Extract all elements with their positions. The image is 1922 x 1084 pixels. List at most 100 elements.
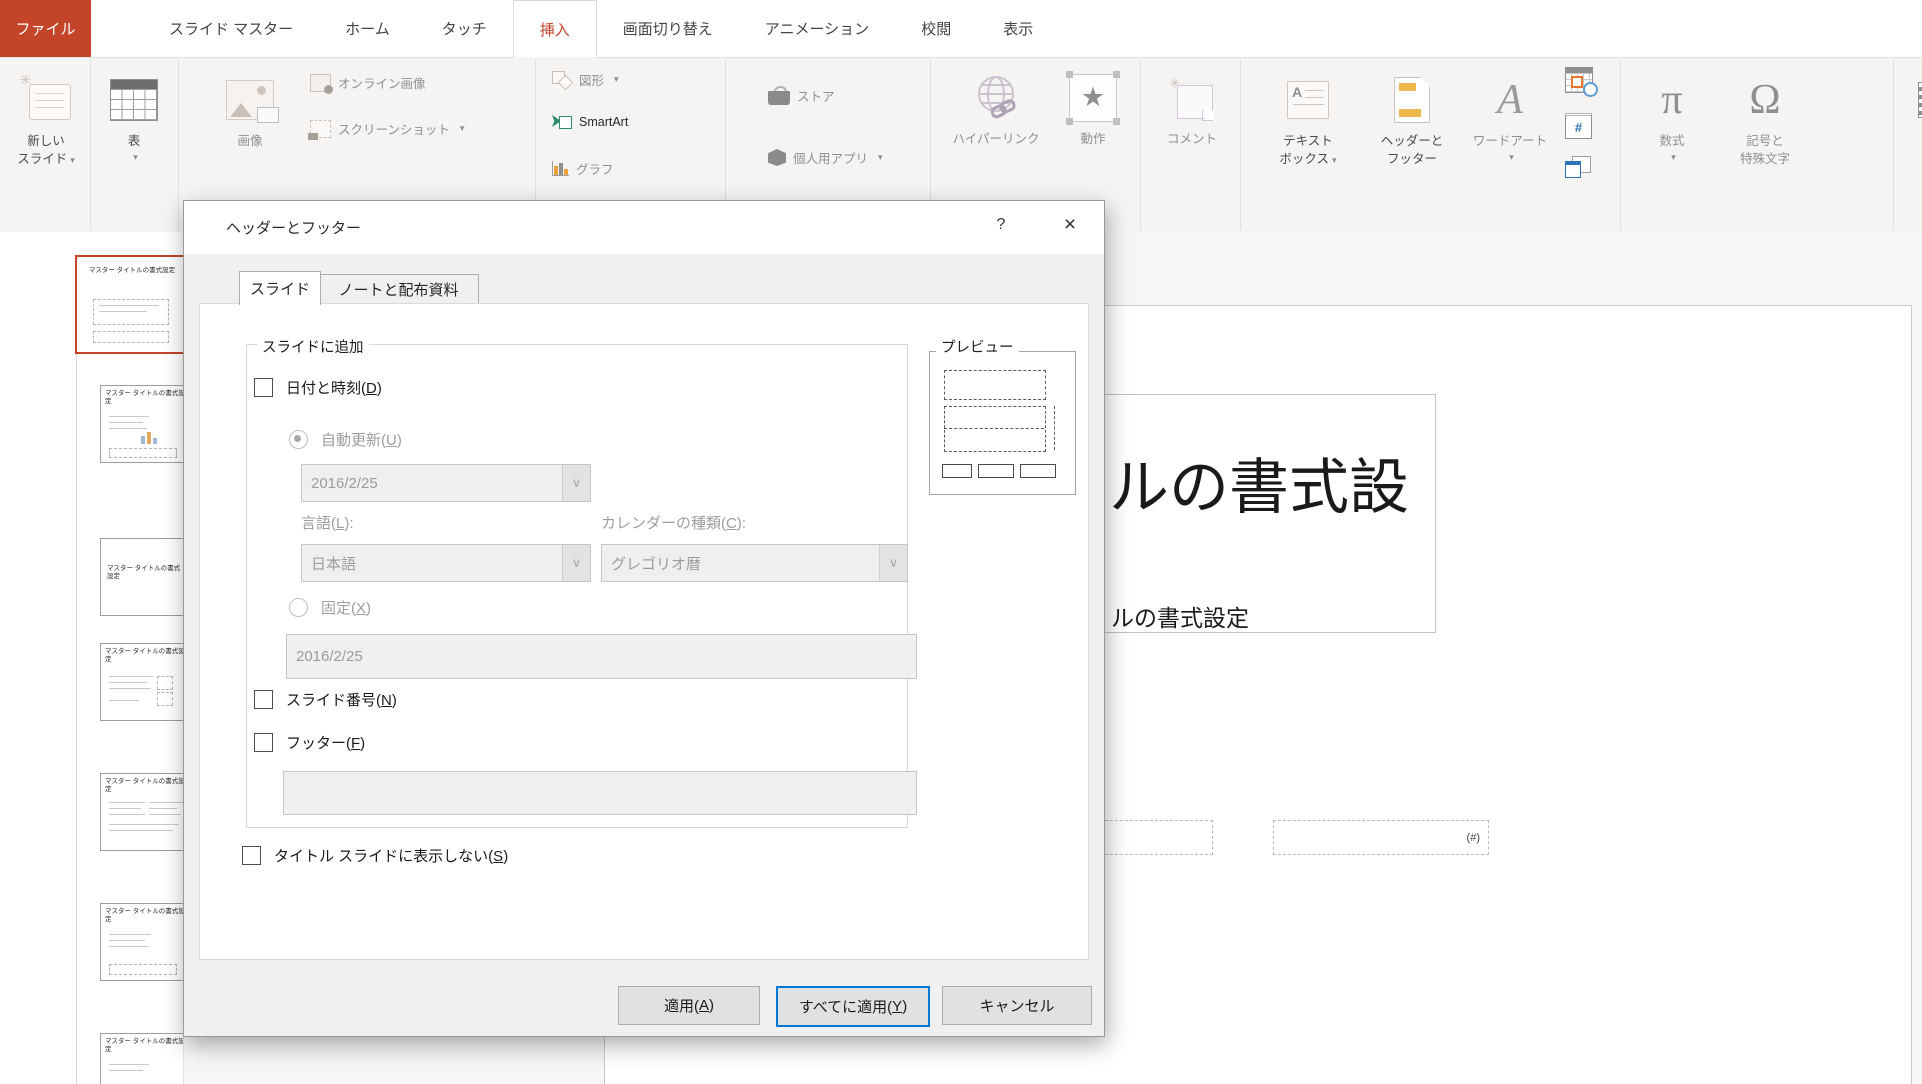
close-icon[interactable]: × <box>1056 213 1084 237</box>
dialog-tab-slide[interactable]: スライド <box>239 271 321 305</box>
group-label-add-to-slide: スライドに追加 <box>257 336 369 357</box>
tab-touch[interactable]: タッチ <box>416 0 513 57</box>
tab-home[interactable]: ホーム <box>319 0 416 57</box>
textbox-button[interactable]: A テキスト ボックス▾ <box>1262 68 1354 167</box>
dialog-tab-notes-handouts[interactable]: ノートと配布資料 <box>319 274 479 305</box>
layout-thumbnail[interactable]: マスター タイトルの書式設定 <box>100 1033 184 1084</box>
calendar-type-label: カレンダーの種類(C): <box>601 512 746 533</box>
date-time-checkbox-label[interactable]: 日付と時刻(D) <box>286 377 382 398</box>
cancel-button[interactable]: キャンセル <box>942 986 1092 1025</box>
fixed-date-input[interactable]: 2016/2/25 <box>286 634 917 679</box>
dialog-title: ヘッダーとフッター <box>226 217 361 238</box>
video-button[interactable]: ビデオ ▾ <box>1900 68 1922 163</box>
table-icon <box>110 79 158 121</box>
dont-show-on-title-checkbox-label[interactable]: タイトル スライドに表示しない(S) <box>274 845 508 866</box>
fixed-date-radio[interactable] <box>289 598 308 617</box>
dialog-title-bar[interactable]: ヘッダーとフッター ? × <box>184 201 1104 254</box>
tab-file[interactable]: ファイル <box>0 0 91 57</box>
comment-button[interactable]: ✳ コメント <box>1152 66 1232 148</box>
screenshot-button[interactable]: スクリーンショット▾ <box>310 119 464 138</box>
object-icon <box>1565 156 1591 178</box>
combo-chevron-icon: ∨ <box>562 545 590 581</box>
wordart-button[interactable]: A ワードアート ▾ <box>1466 68 1554 163</box>
help-icon[interactable]: ? <box>989 216 1013 234</box>
dont-show-on-title-checkbox[interactable] <box>242 846 261 865</box>
object-button[interactable] <box>1565 156 1591 183</box>
chevron-down-icon: ▾ <box>1671 152 1676 163</box>
powerpoint-window: ファイル スライド マスター ホーム タッチ 挿入 画面切り替え アニメーション… <box>0 0 1922 1084</box>
preview-label: プレビュー <box>936 336 1019 357</box>
image-icon <box>226 80 274 120</box>
master-slide-thumbnail[interactable]: マスター タイトルの書式設定 <box>75 255 184 354</box>
smartart-button[interactable]: SmartArt <box>552 114 628 130</box>
fixed-date-radio-label[interactable]: 固定(X) <box>321 597 371 618</box>
slide-title-text[interactable]: ルの書式設 <box>1109 439 1409 526</box>
store-icon <box>768 86 790 105</box>
group-separator <box>178 60 179 230</box>
online-image-button[interactable]: オンライン画像 <box>310 73 426 92</box>
tab-animations[interactable]: アニメーション <box>739 0 895 57</box>
preview-footer-box <box>978 464 1014 478</box>
tab-review[interactable]: 校閲 <box>895 0 977 57</box>
layout-thumbnail[interactable]: マスター タイトルの書式設定 <box>100 773 184 851</box>
tab-slide-master[interactable]: スライド マスター <box>143 0 319 57</box>
chevron-down-icon: ▾ <box>133 152 138 163</box>
tab-insert[interactable]: 挿入 <box>513 0 597 58</box>
header-footer-button[interactable]: ヘッダーと フッター <box>1362 68 1462 167</box>
shapes-icon <box>552 71 572 88</box>
chart-button[interactable]: グラフ <box>552 159 614 178</box>
screenshot-icon <box>310 120 331 138</box>
shapes-button[interactable]: 図形▾ <box>552 70 619 89</box>
layout-thumbnail[interactable]: マスター タイトルの書式設定 <box>100 538 184 616</box>
auto-update-radio-label[interactable]: 自動更新(U) <box>321 429 402 450</box>
equation-button[interactable]: π 数式 ▾ <box>1638 68 1706 163</box>
calendar-type-combobox[interactable]: グレゴリオ暦 ∨ <box>601 544 908 582</box>
master-hierarchy-line <box>76 350 77 1084</box>
store-button[interactable]: ストア <box>768 86 835 105</box>
preview-date-box <box>942 464 972 478</box>
date-time-insert-button[interactable] <box>1565 67 1593 98</box>
layout-thumbnail[interactable]: マスター タイトルの書式設定 <box>100 903 184 981</box>
date-time-checkbox[interactable] <box>254 378 273 397</box>
personal-apps-button[interactable]: 個人用アプリ▾ <box>768 148 883 167</box>
language-combobox[interactable]: 日本語 ∨ <box>301 544 591 582</box>
chevron-down-icon: ▾ <box>614 74 619 85</box>
auto-update-radio[interactable] <box>289 430 308 449</box>
tab-view[interactable]: 表示 <box>977 0 1059 57</box>
apply-to-all-button[interactable]: すべてに適用(Y) <box>776 986 930 1027</box>
comment-icon: ✳ <box>1171 77 1213 119</box>
ribbon-tab-bar: ファイル スライド マスター ホーム タッチ 挿入 画面切り替え アニメーション… <box>0 0 1922 57</box>
combo-chevron-icon: ∨ <box>879 545 907 581</box>
tab-transitions[interactable]: 画面切り替え <box>597 0 739 57</box>
table-button[interactable]: 表 ▾ <box>98 68 170 163</box>
footer-text-input[interactable] <box>283 771 917 815</box>
ribbon-tabs: スライド マスター ホーム タッチ 挿入 画面切り替え アニメーション 校閲 表… <box>143 0 1059 57</box>
layout-thumbnail[interactable]: マスター タイトルの書式設定 <box>100 643 184 721</box>
footer-checkbox-label[interactable]: フッター(F) <box>286 732 365 753</box>
image-button[interactable]: 画像 <box>212 68 288 150</box>
online-image-icon <box>310 74 331 92</box>
slide-thumbnail-panel: マスター タイトルの書式設定 マスター タイトルの書式設定 マスター タイトルの… <box>0 232 184 1084</box>
symbol-button[interactable]: Ω 記号と 特殊文字 <box>1712 68 1818 167</box>
group-separator <box>1140 60 1141 230</box>
date-time-icon <box>1565 67 1593 93</box>
chevron-down-icon: ▾ <box>460 123 465 134</box>
slide-number-checkbox[interactable] <box>254 690 273 709</box>
slide-number-checkbox-label[interactable]: スライド番号(N) <box>286 689 397 710</box>
new-slide-button[interactable]: ✳ 新しい スライド▾ <box>6 68 86 167</box>
slide-body-text[interactable]: ルの書式設定 <box>1111 599 1249 633</box>
slide-number-placeholder[interactable]: (#) <box>1273 820 1489 855</box>
hyperlink-button[interactable]: ハイパーリンク <box>938 66 1054 148</box>
layout-thumbnail[interactable]: マスター タイトルの書式設定 <box>100 385 184 463</box>
language-label: 言語(L): <box>301 512 354 533</box>
group-separator <box>1893 60 1894 230</box>
apply-button[interactable]: 適用(A) <box>618 986 760 1025</box>
auto-date-combobox[interactable]: 2016/2/25 ∨ <box>301 464 591 502</box>
slide-number-insert-button[interactable]: # <box>1565 113 1592 139</box>
action-button[interactable]: ★ 動作 <box>1058 66 1128 148</box>
group-separator <box>1620 60 1621 230</box>
hyperlink-icon <box>970 71 1022 125</box>
preview-thumbnail <box>929 351 1076 495</box>
chevron-down-icon: ▾ <box>878 152 883 163</box>
footer-checkbox[interactable] <box>254 733 273 752</box>
